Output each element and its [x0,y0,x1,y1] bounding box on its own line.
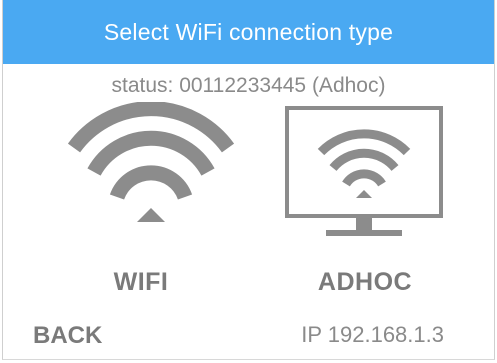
screen: Select WiFi connection type status: 0011… [2,0,495,360]
page-title: Select WiFi connection type [103,18,394,45]
adhoc-label: ADHOC [317,268,413,296]
wifi-label: WIFI [113,268,169,296]
back-button[interactable]: BACK [33,322,102,350]
wifi-option-button[interactable]: WIFI [31,102,251,302]
status-text: status: 00112233445 (Adhoc) [111,74,386,97]
wifi-icon [67,102,235,222]
ip-address-text: IP 192.168.1.3 [301,322,444,347]
adhoc-option-button[interactable]: ADHOC [255,102,475,302]
title-bar: Select WiFi connection type [3,0,494,64]
monitor-wifi-icon [285,106,443,236]
